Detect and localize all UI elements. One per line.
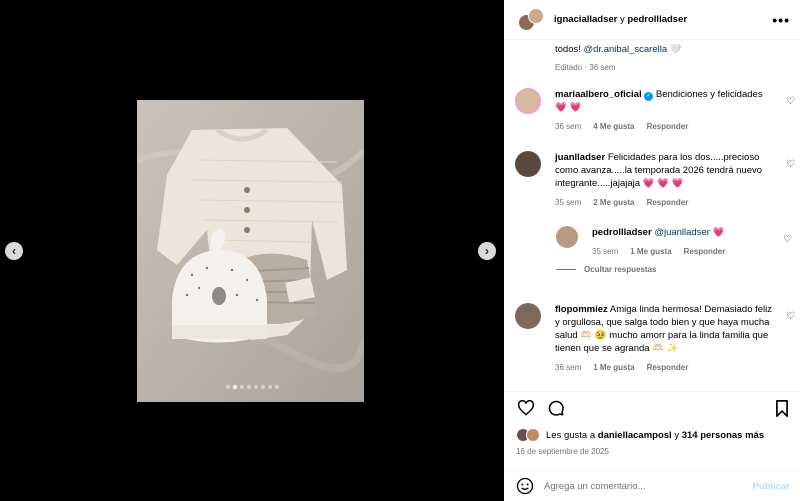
mention-link[interactable]: @juanlladser xyxy=(654,227,710,238)
timestamp[interactable]: 36 sem xyxy=(589,63,615,72)
timestamp[interactable]: 35 sem xyxy=(555,196,581,209)
comment: mariaalbero_oficial ✓ Bendiciones y feli… xyxy=(515,88,795,133)
verified-icon: ✓ xyxy=(644,92,654,101)
likes-count[interactable]: 1 Me gusta xyxy=(630,245,671,258)
caption-text: todos! xyxy=(555,44,581,55)
hide-replies-button[interactable]: Ocultar respuestas xyxy=(556,265,656,274)
heart-icon[interactable]: ♡ xyxy=(783,234,792,245)
carousel-dot xyxy=(268,385,272,389)
post-header: ignacialladser y pedrollladser ••• xyxy=(504,0,800,40)
emoji-icon[interactable] xyxy=(516,477,534,495)
caption: todos! @dr.anibal_scarella 🤍 Editado · 3… xyxy=(555,44,682,72)
heart-icon xyxy=(517,400,535,416)
carousel-dot xyxy=(254,385,258,389)
likes-prefix: Les gusta a xyxy=(546,429,596,441)
post-date[interactable]: 16 de septiembre de 2025 xyxy=(516,447,609,456)
comment-emoji: 💗 💗 xyxy=(555,102,582,113)
likes-conjunction: y xyxy=(674,429,680,441)
reply-button[interactable]: Responder xyxy=(647,361,689,374)
chevron-right-icon: › xyxy=(485,244,489,258)
comment-text: Bendiciones y felicidades xyxy=(655,89,763,100)
post-actions xyxy=(516,398,792,418)
previous-photo-button[interactable]: ‹ xyxy=(5,242,23,260)
comment: juanlladser Felicidades para los dos....… xyxy=(515,151,795,209)
comment-input[interactable]: Agrega un comentario... xyxy=(544,481,753,492)
heart-icon[interactable]: ♡ xyxy=(786,311,795,322)
publish-button[interactable]: Publicar xyxy=(753,481,791,492)
reply-comment: pedrollladser @juanlladser 💗 35 sem 1 Me… xyxy=(556,226,796,258)
comment-icon xyxy=(548,400,564,416)
likes-count[interactable]: 1 Me gusta xyxy=(593,361,634,374)
mention-link[interactable]: @dr.anibal_scarella xyxy=(584,44,668,55)
comment-button[interactable] xyxy=(546,398,566,418)
save-button[interactable] xyxy=(772,398,792,418)
edited-label: Editado xyxy=(555,63,583,72)
reply-button[interactable]: Responder xyxy=(647,120,689,133)
comment-username[interactable]: mariaalbero_oficial xyxy=(555,89,642,100)
carousel-dot xyxy=(247,385,251,389)
heart-icon[interactable]: ♡ xyxy=(786,159,795,170)
avatar[interactable] xyxy=(515,151,541,177)
comment-username[interactable]: pedrollladser xyxy=(592,227,652,238)
carousel-indicator xyxy=(226,385,279,389)
comment-emoji: 💗 xyxy=(712,227,725,238)
post-photo xyxy=(137,100,364,402)
avatar[interactable] xyxy=(515,88,541,114)
comment-username[interactable]: juanlladser xyxy=(555,152,605,163)
timestamp[interactable]: 36 sem xyxy=(555,120,581,133)
author-link[interactable]: ignacialladser xyxy=(554,14,617,25)
chevron-left-icon: ‹ xyxy=(12,244,16,258)
likers-avatars xyxy=(516,428,544,442)
timestamp[interactable]: 36 sem xyxy=(555,361,581,374)
baby-clothes-image xyxy=(137,100,364,402)
carousel-dot xyxy=(226,385,230,389)
comment-username[interactable]: flopommiez xyxy=(555,304,608,315)
comment: flopommiez Amiga linda hermosa! Demasiad… xyxy=(515,303,795,374)
hide-replies-label: Ocultar respuestas xyxy=(584,265,657,274)
more-options-button[interactable]: ••• xyxy=(772,12,790,28)
more-icon: ••• xyxy=(772,11,790,28)
post-side-panel: ignacialladser y pedrollladser ••• todos… xyxy=(504,0,800,501)
media-area: ‹ › xyxy=(0,0,504,501)
likes-summary: Les gusta a daniellacamposl y 314 person… xyxy=(516,428,764,442)
likes-count[interactable]: 4 Me gusta xyxy=(593,120,634,133)
carousel-dot xyxy=(275,385,279,389)
post-modal: ‹ › ignacialladser y pedrollladser ••• t… xyxy=(0,0,800,501)
reply-button[interactable]: Responder xyxy=(647,196,689,209)
next-photo-button[interactable]: › xyxy=(478,242,496,260)
post-authors: ignacialladser y pedrollladser xyxy=(554,14,687,25)
conjunction-text: y xyxy=(620,14,625,25)
timestamp[interactable]: 35 sem xyxy=(592,245,618,258)
liker-username[interactable]: daniellacamposl xyxy=(598,430,672,441)
carousel-dot-active xyxy=(233,385,237,389)
reply-button[interactable]: Responder xyxy=(684,245,726,258)
carousel-dot xyxy=(261,385,265,389)
carousel-dot xyxy=(240,385,244,389)
heart-icon[interactable]: ♡ xyxy=(786,96,795,107)
bookmark-icon xyxy=(776,399,788,417)
like-button[interactable] xyxy=(516,398,536,418)
avatar xyxy=(528,7,544,24)
avatar[interactable] xyxy=(556,226,578,248)
avatar xyxy=(526,428,540,442)
comments-list: todos! @dr.anibal_scarella 🤍 Editado · 3… xyxy=(504,40,800,392)
likes-count[interactable]: 2 Me gusta xyxy=(593,196,634,209)
avatar[interactable] xyxy=(515,303,541,329)
add-comment-bar: Agrega un comentario... Publicar xyxy=(504,470,800,501)
likes-count-link[interactable]: 314 personas más xyxy=(682,430,764,441)
divider xyxy=(556,269,576,270)
comment-emoji: 💗 💗 💗 xyxy=(642,178,684,189)
caption-emoji: 🤍 xyxy=(669,44,682,55)
author-link[interactable]: pedrollladser xyxy=(627,14,687,25)
author-avatars[interactable] xyxy=(518,7,546,32)
